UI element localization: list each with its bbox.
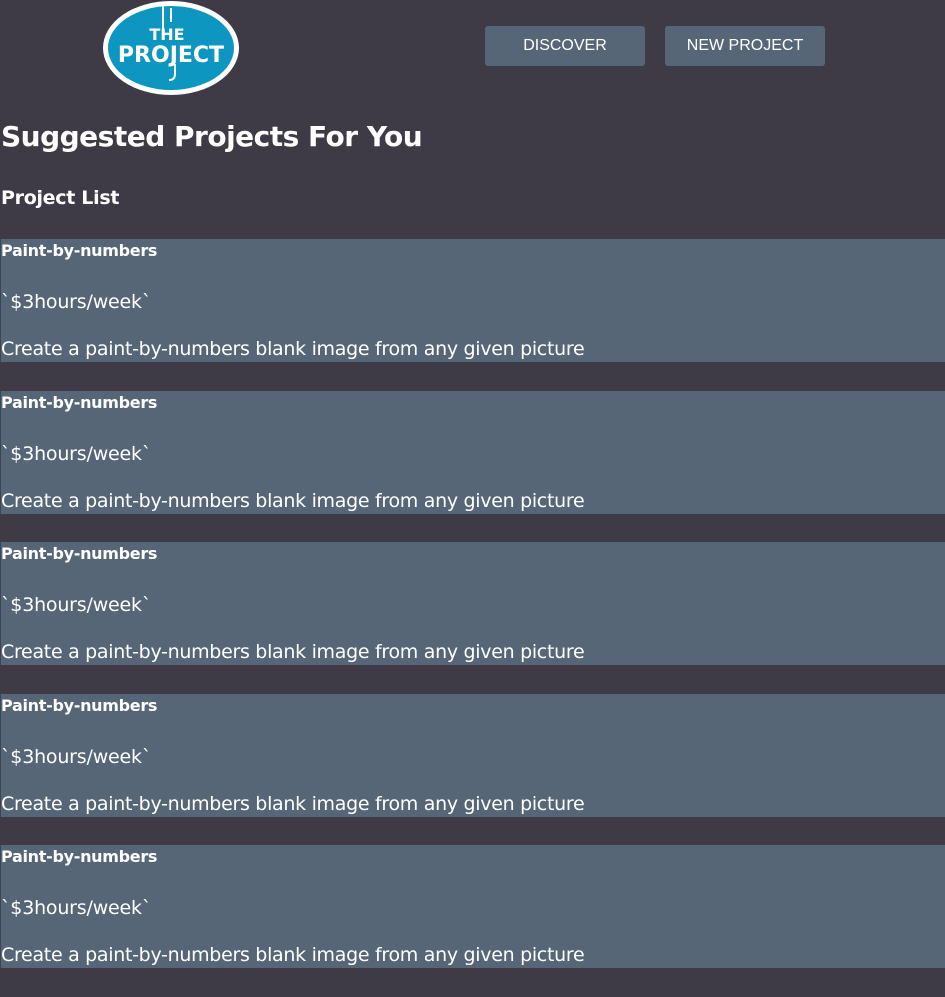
project-time-commitment: `$3hours/week` [1,291,152,313]
page-title: Suggested Projects For You [1,120,423,153]
project-card[interactable]: Paint-by-numbers `$3hours/week` Create a… [0,845,945,968]
project-description: Create a paint-by-numbers blank image fr… [1,792,585,815]
project-card[interactable]: Paint-by-numbers `$3hours/week` Create a… [0,239,945,362]
project-description: Create a paint-by-numbers blank image fr… [1,944,585,966]
project-list-heading: Project List [1,187,120,209]
project-time-commitment: `$3hours/week` [1,745,152,768]
logo-line2: PROJECT [118,43,224,68]
project-name: Paint-by-numbers [1,847,158,866]
project-list: Paint-by-numbers `$3hours/week` Create a… [0,239,945,997]
project-description: Create a paint-by-numbers blank image fr… [1,338,585,360]
project-name: Paint-by-numbers [1,241,158,260]
new-project-button[interactable]: NEW PROJECT [665,26,825,66]
project-card[interactable]: Paint-by-numbers `$3hours/week` Create a… [0,390,945,514]
project-name: Paint-by-numbers [1,695,158,715]
project-card[interactable]: Paint-by-numbers `$3hours/week` Create a… [0,542,945,665]
project-time-commitment: `$3hours/week` [1,897,152,919]
project-name: Paint-by-numbers [1,544,158,563]
project-card[interactable]: Paint-by-numbers `$3hours/week` Create a… [0,693,945,817]
project-time-commitment: `$3hours/week` [1,442,152,465]
logo-line1: THE [149,25,184,44]
discover-button[interactable]: DISCOVER [485,26,645,66]
project-time-commitment: `$3hours/week` [1,594,152,616]
project-description: Create a paint-by-numbers blank image fr… [1,489,585,512]
project-name: Paint-by-numbers [1,392,158,412]
project-description: Create a paint-by-numbers blank image fr… [1,641,585,663]
header: THE PROJECT DISCOVER NEW PROJECT [0,0,945,100]
the-project-logo[interactable]: THE PROJECT [101,0,241,96]
